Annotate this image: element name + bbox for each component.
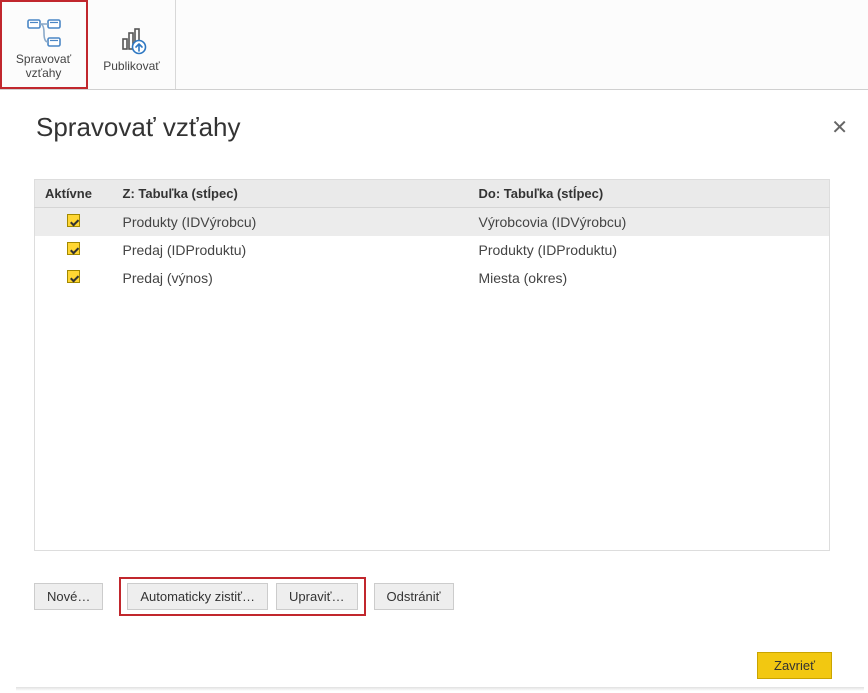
manage-relationships-label: Spravovať vzťahy	[16, 53, 71, 81]
publish-icon	[115, 22, 149, 58]
publish-label: Publikovať	[103, 60, 160, 74]
dialog-footer: Zavrieť	[34, 652, 834, 679]
dialog-button-row: Nové… Automaticky zistiť… Upraviť… Odstr…	[34, 577, 834, 616]
ribbon: Spravovať vzťahy Publikovať	[0, 0, 868, 90]
to-cell: Výrobcovia (IDVýrobcu)	[469, 208, 830, 237]
close-icon[interactable]: ✕	[831, 118, 848, 138]
table-row[interactable]: Predaj (výnos)Miesta (okres)	[35, 264, 830, 292]
autodetect-button[interactable]: Automaticky zistiť…	[127, 583, 268, 610]
edit-button[interactable]: Upraviť…	[276, 583, 357, 610]
manage-relationships-button[interactable]: Spravovať vzťahy	[0, 0, 88, 89]
col-header-to[interactable]: Do: Tabuľka (stĺpec)	[469, 180, 830, 208]
col-header-active[interactable]: Aktívne	[35, 180, 113, 208]
from-cell: Predaj (IDProduktu)	[113, 236, 469, 264]
highlighted-button-group: Automaticky zistiť… Upraviť…	[119, 577, 365, 616]
manage-relationships-dialog: ✕ Spravovať vzťahy Aktívne Z: Tabuľka (s…	[0, 112, 868, 679]
from-cell: Predaj (výnos)	[113, 264, 469, 292]
active-cell	[35, 264, 113, 292]
col-header-from[interactable]: Z: Tabuľka (stĺpec)	[113, 180, 469, 208]
from-cell: Produkty (IDVýrobcu)	[113, 208, 469, 237]
active-checkbox[interactable]	[67, 214, 80, 227]
new-button[interactable]: Nové…	[34, 583, 103, 610]
relationships-icon	[26, 15, 62, 51]
close-button[interactable]: Zavrieť	[757, 652, 832, 679]
relationships-table: Aktívne Z: Tabuľka (stĺpec) Do: Tabuľka …	[34, 179, 830, 551]
active-cell	[35, 208, 113, 237]
active-checkbox[interactable]	[67, 270, 80, 283]
active-checkbox[interactable]	[67, 242, 80, 255]
to-cell: Miesta (okres)	[469, 264, 830, 292]
table-row[interactable]: Predaj (IDProduktu)Produkty (IDProduktu)	[35, 236, 830, 264]
dialog-title: Spravovať vzťahy	[36, 112, 834, 143]
table-row[interactable]: Produkty (IDVýrobcu)Výrobcovia (IDVýrobc…	[35, 208, 830, 237]
active-cell	[35, 236, 113, 264]
to-cell: Produkty (IDProduktu)	[469, 236, 830, 264]
publish-button[interactable]: Publikovať	[88, 0, 176, 89]
delete-button[interactable]: Odstrániť	[374, 583, 454, 610]
